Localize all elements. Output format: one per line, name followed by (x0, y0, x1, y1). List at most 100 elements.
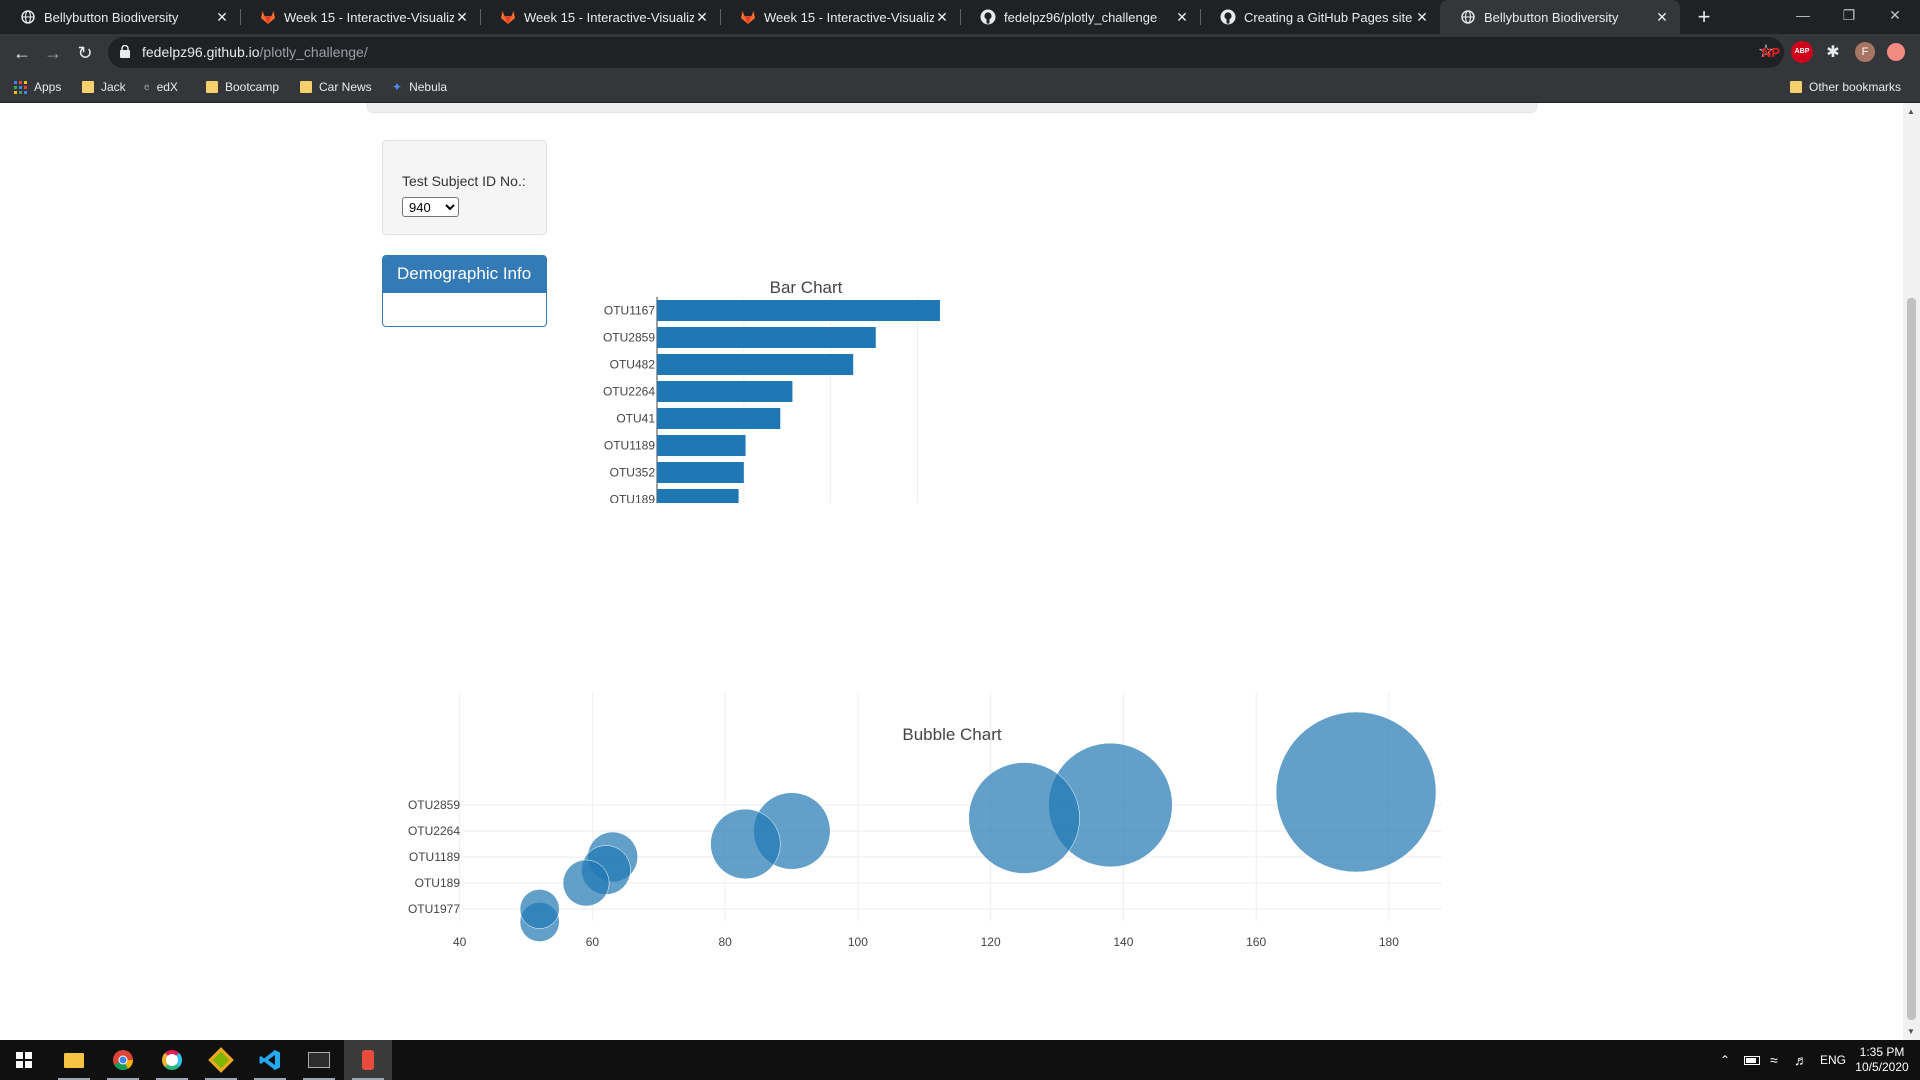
scroll-down-icon[interactable]: ▼ (1907, 1027, 1915, 1036)
tab-close-icon[interactable]: ✕ (454, 9, 470, 26)
bubble-x-tick-label: 60 (586, 935, 600, 949)
bookmark-edx[interactable]: e edX (144, 77, 178, 97)
close-window-button[interactable]: ✕ (1872, 0, 1918, 30)
np-extension-icon[interactable]: NP (1760, 40, 1782, 64)
terminal-icon[interactable] (295, 1040, 343, 1080)
browser-tab[interactable]: fedelpz96/plotly_challenge ✕ (960, 0, 1201, 34)
adblock-icon[interactable]: ABP (1791, 40, 1813, 64)
bubble-x-tick-label: 160 (1246, 935, 1266, 949)
bar-y-tick-label: OTU482 (610, 358, 656, 372)
back-icon[interactable]: ← (9, 40, 35, 66)
windows-start-icon[interactable] (0, 1040, 48, 1080)
nebula-icon: ✦ (392, 80, 403, 94)
lock-icon (120, 45, 130, 58)
clock-date: 10/5/2020 (1855, 1060, 1909, 1074)
update-icon[interactable] (1885, 40, 1907, 64)
bubble-x-tick-label: 140 (1113, 935, 1133, 949)
bookmark-other[interactable]: Other bookmarks (1790, 77, 1901, 97)
browser-tab[interactable]: Week 15 - Interactive-Visualizatio✕ (480, 0, 721, 34)
bubble-marker (710, 808, 781, 880)
tab-close-icon[interactable]: ✕ (934, 9, 950, 26)
page-content: Test Subject ID No.: 940 Demographic Inf… (0, 103, 1920, 1040)
tab-close-icon[interactable]: ✕ (1414, 9, 1430, 26)
tab-title: Week 15 - Interactive-Visualizatio (524, 9, 694, 25)
browser-toolbar: ← → ↻ fedelpz96.github.io/plotly_challen… (0, 34, 1920, 71)
clock[interactable]: 1:35 PM 10/5/2020 (1852, 1040, 1912, 1080)
language-indicator[interactable]: ENG (1820, 1040, 1846, 1080)
bookmark-nebula[interactable]: ✦ Nebula (392, 77, 447, 97)
file-explorer-icon[interactable] (50, 1040, 98, 1080)
browser-tab[interactable]: Bellybutton Biodiversity ✕ (0, 0, 241, 34)
tab-close-icon[interactable]: ✕ (1654, 9, 1670, 26)
globe-icon (20, 9, 36, 25)
tab-close-icon[interactable]: ✕ (1174, 9, 1190, 26)
folder-icon (1790, 81, 1802, 93)
browser-tab-strip: Bellybutton Biodiversity ✕ Week 15 - Inter… (0, 0, 1920, 34)
browser-tab[interactable]: Week 15 - Interactive-Visualizatio✕ (240, 0, 481, 34)
forward-icon[interactable]: → (40, 40, 66, 66)
browser-tab[interactable]: Creating a GitHub Pages site - Gi✕ (1200, 0, 1440, 34)
bubble-x-tick-label: 100 (848, 935, 868, 949)
folder-icon (300, 81, 312, 93)
vscode-icon[interactable] (246, 1040, 294, 1080)
bubble-y-tick-label: OTU2264 (408, 824, 460, 838)
bookmark-label: Apps (34, 80, 62, 94)
new-tab-button[interactable]: + (1692, 4, 1716, 30)
page-scrollbar[interactable]: ▲ ▼ (1903, 103, 1920, 1040)
minimize-button[interactable]: — (1780, 0, 1826, 30)
bookmark-apps[interactable]: Apps (14, 77, 61, 97)
bar-y-tick-label: OTU352 (610, 466, 656, 480)
address-bar[interactable]: fedelpz96.github.io/plotly_challenge/ ☆ (108, 37, 1784, 68)
tab-title: Creating a GitHub Pages site - Gi (1244, 9, 1414, 25)
profile-avatar[interactable]: F (1854, 40, 1876, 64)
restore-button[interactable]: ❐ (1826, 0, 1872, 30)
chrome-icon[interactable] (99, 1040, 147, 1080)
github-icon (980, 9, 996, 25)
snip-tool-icon[interactable] (344, 1040, 392, 1080)
scrollbar-thumb[interactable] (1907, 298, 1916, 1020)
tab-title: Bellybutton Biodiversity (1484, 9, 1619, 25)
tab-title: fedelpz96/plotly_challenge (1004, 9, 1158, 25)
header-well (367, 103, 1537, 113)
gitlab-icon (260, 9, 276, 25)
folder-icon (206, 81, 218, 93)
scroll-up-icon[interactable]: ▲ (1907, 107, 1915, 116)
bubble-marker (562, 859, 610, 907)
apps-grid-icon (14, 80, 27, 94)
bar (657, 354, 854, 375)
volume-icon[interactable]: ♬ (1794, 1040, 1808, 1080)
bar (657, 435, 746, 456)
gitkraken-icon[interactable] (197, 1040, 245, 1080)
bar-y-tick-label: OTU1189 (604, 439, 655, 453)
bar (657, 489, 739, 503)
bookmark-label: edX (156, 80, 178, 94)
battery-icon[interactable] (1744, 1040, 1760, 1080)
gitlab-icon (740, 9, 756, 25)
reload-icon[interactable]: ↻ (72, 40, 98, 66)
bar-y-tick-label: OTU189 (610, 493, 656, 504)
wifi-icon[interactable]: ≈ (1770, 1040, 1778, 1080)
tab-close-icon[interactable]: ✕ (694, 9, 710, 26)
bubble-x-tick-label: 80 (718, 935, 732, 949)
gitlab-icon (500, 9, 516, 25)
bubble-x-tick-label: 180 (1379, 935, 1399, 949)
tray-overflow-icon[interactable]: ⌃ (1720, 1040, 1730, 1080)
bar (657, 300, 940, 321)
tab-title: Bellybutton Biodiversity (44, 9, 179, 25)
bar-chart-title: Bar Chart (770, 278, 843, 297)
bar-y-tick-label: OTU1167 (604, 304, 655, 318)
subject-id-select[interactable]: 940 (402, 197, 459, 217)
browser-tab[interactable]: Week 15 - Interactive-Visualizatio✕ (720, 0, 961, 34)
tab-close-icon[interactable]: ✕ (214, 9, 230, 26)
bookmarks-bar: Apps Jack e edX Bootcamp Car News ✦ Nebula… (0, 71, 1920, 103)
bubble-y-tick-label: OTU1977 (408, 902, 460, 916)
bubble-marker (1275, 711, 1437, 873)
browser-tab[interactable]: Bellybutton Biodiversity ✕ (1440, 0, 1680, 34)
clock-time: 1:35 PM (1859, 1045, 1905, 1059)
bookmark-jack[interactable]: Jack (82, 77, 126, 97)
bookmark-car-news[interactable]: Car News (300, 77, 372, 97)
bookmark-bootcamp[interactable]: Bootcamp (206, 77, 279, 97)
slack-icon[interactable] (148, 1040, 196, 1080)
bubble-x-tick-label: 120 (981, 935, 1001, 949)
extensions-puzzle-icon[interactable]: ✱ (1822, 40, 1844, 64)
